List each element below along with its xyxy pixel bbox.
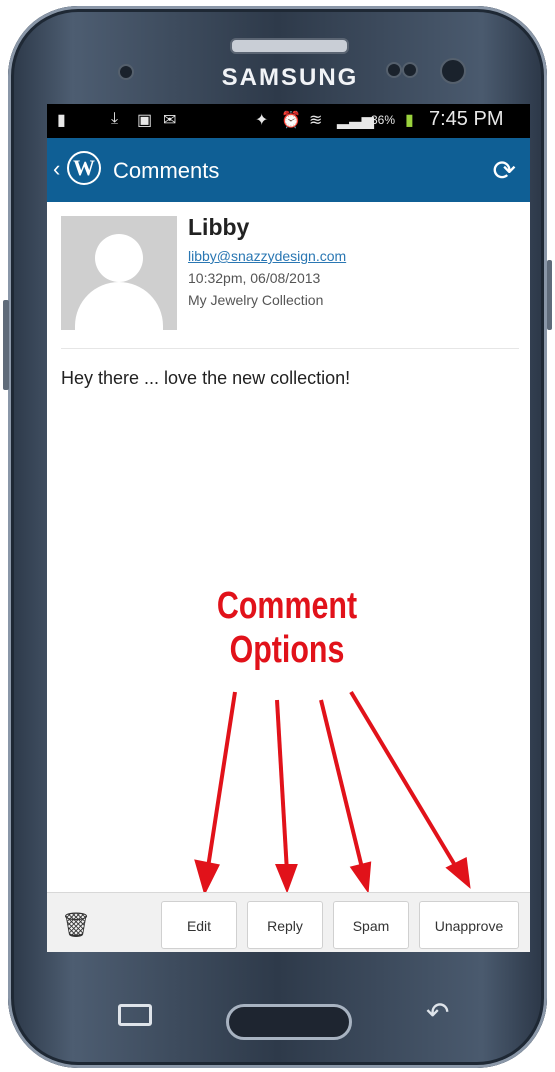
arrowhead-edit [194,859,220,896]
trash-icon[interactable]: 🗑 [61,911,91,940]
proximity-sensor-2 [402,62,418,78]
device-brand: SAMSUNG [221,64,359,91]
edit-button[interactable]: Edit [161,901,237,949]
front-camera [440,58,466,84]
back-key-icon[interactable]: ↶ [426,996,449,1029]
screen: ▮ ⤓ ▣ ✉ ✦ ⏰ ≋ ▂▃▅ 36% ▮ 7:45 PM ‹ W Comm… [47,104,530,952]
arrowhead-reply [275,864,298,894]
home-button[interactable] [226,1004,352,1040]
volume-key [3,300,9,390]
arrow-spam [319,699,365,873]
annotation-arrows [194,690,471,896]
proximity-sensor [386,62,402,78]
comment-actions-bar: 🗑 Edit Reply Spam Unapprove [47,892,530,952]
arrowhead-spam [349,861,372,894]
arrow-reply [275,699,289,873]
power-key [547,260,552,330]
arrow-unapprove [349,690,461,874]
earpiece-speaker [230,38,349,54]
menu-key-icon[interactable] [118,1004,152,1026]
unapprove-button[interactable]: Unapprove [419,901,519,949]
arrow-edit [205,691,237,875]
spam-button[interactable]: Spam [333,901,409,949]
reply-button[interactable]: Reply [247,901,323,949]
light-sensor [118,64,134,80]
